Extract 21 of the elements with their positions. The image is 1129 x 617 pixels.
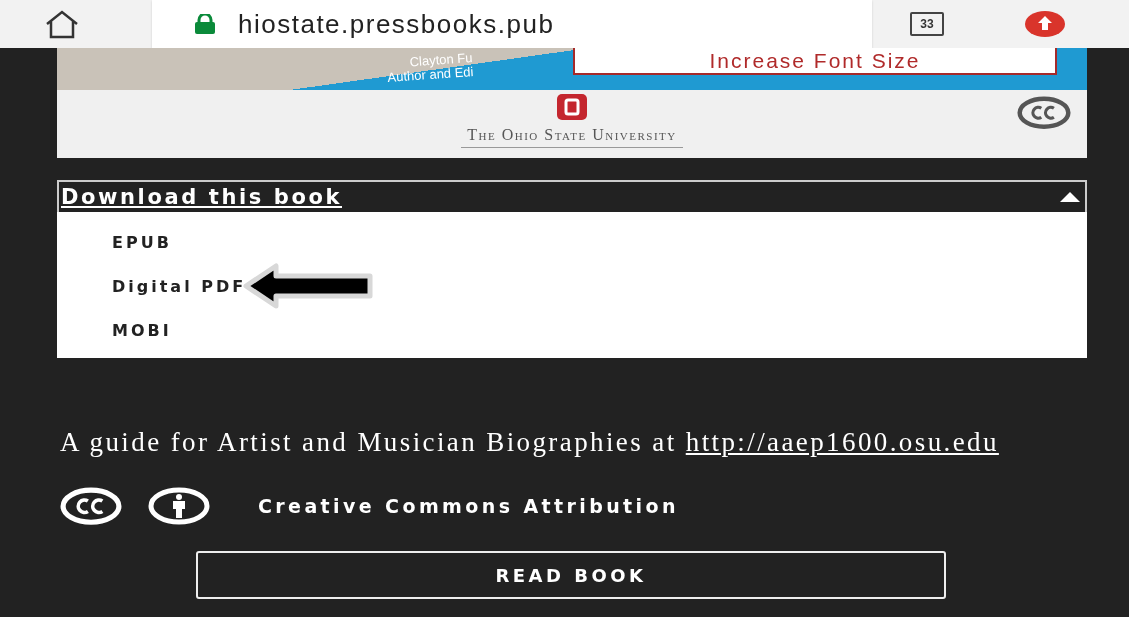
increase-font-size-button[interactable]: Increase Font Size xyxy=(573,48,1057,75)
read-book-button[interactable]: READ BOOK xyxy=(196,551,946,600)
caret-icon xyxy=(1059,191,1081,203)
download-dropdown[interactable]: Download this book xyxy=(57,180,1087,212)
lock-icon xyxy=(194,14,216,34)
attribution-icon xyxy=(148,487,210,526)
download-format-link[interactable]: EPUB xyxy=(112,232,172,252)
license-name: Creative Commons Attribution xyxy=(258,495,679,518)
url-text: hiostate.pressbooks.pub xyxy=(238,8,555,40)
address-bar[interactable]: hiostate.pressbooks.pub xyxy=(152,0,872,48)
download-format-link[interactable]: Digital PDF xyxy=(112,276,247,296)
upload-icon[interactable] xyxy=(1024,10,1066,38)
website-link[interactable]: http://aaep1600.osu.edu xyxy=(685,427,999,457)
tab-count-button[interactable]: 33 xyxy=(910,12,944,36)
creative-commons-icon xyxy=(1017,96,1071,130)
creative-commons-icon xyxy=(60,487,122,526)
home-icon[interactable] xyxy=(44,9,80,39)
download-format-link[interactable]: MOBI xyxy=(112,320,172,340)
university-name: The Ohio State University xyxy=(461,126,683,148)
book-description: A guide for Artist and Musician Biographies at http://aaep1600.osu.edu xyxy=(60,428,1000,457)
university-logo-icon xyxy=(557,94,587,120)
